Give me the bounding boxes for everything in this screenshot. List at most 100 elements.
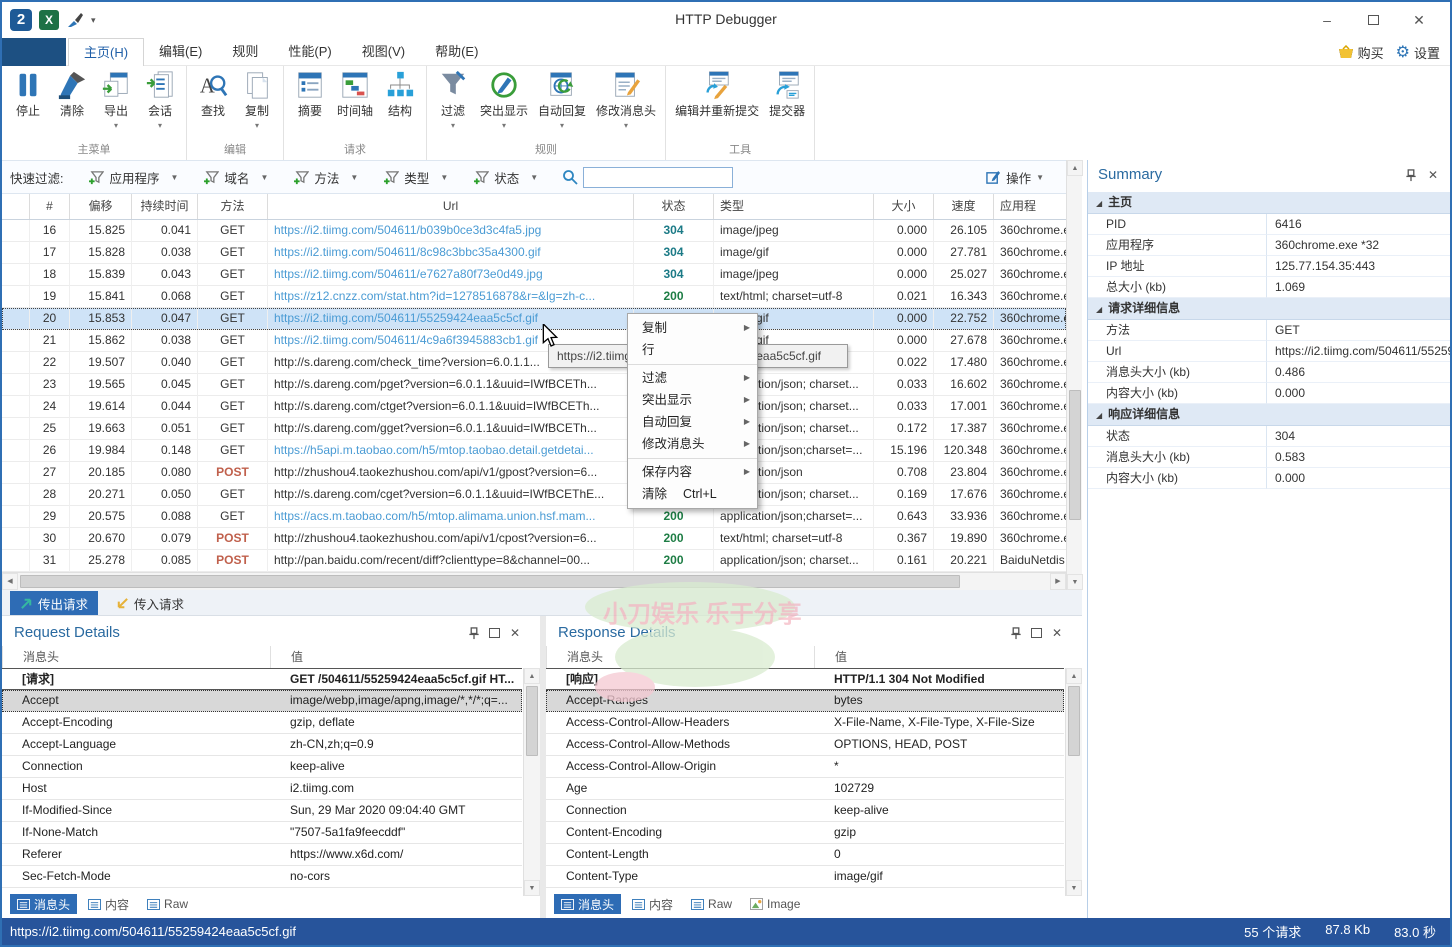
request-details-scrollbar[interactable]: ▲ ▼ bbox=[523, 668, 540, 896]
response-tab-headers[interactable]: 消息头 bbox=[554, 894, 621, 914]
summary-row[interactable]: Urlhttps://i2.tiimg.com/504611/55259424e… bbox=[1088, 341, 1450, 362]
response-tab-raw[interactable]: Raw bbox=[684, 894, 739, 914]
scrollbar-thumb[interactable] bbox=[526, 686, 538, 756]
request-row[interactable]: 25 19.663 0.051 GET http://s.dareng.com/… bbox=[2, 418, 1066, 440]
column-header-duration[interactable]: 持续时间 bbox=[132, 194, 198, 219]
copy-button[interactable]: 复制▾ bbox=[235, 66, 279, 133]
menu-tab[interactable]: 规则 bbox=[217, 38, 273, 66]
response-tab-content[interactable]: 内容 bbox=[625, 894, 680, 914]
header-row[interactable]: Referer https://www.x6d.com/ bbox=[2, 844, 522, 866]
settings-button[interactable]: ⚙ 设置 bbox=[1396, 42, 1440, 62]
header-row[interactable]: Content-Encoding gzip bbox=[546, 822, 1064, 844]
menu-tab[interactable]: 视图(V) bbox=[347, 38, 420, 66]
maximize-panel-icon[interactable] bbox=[489, 628, 500, 638]
summary-row[interactable]: PID6416 bbox=[1088, 214, 1450, 235]
request-row[interactable]: 30 20.670 0.079 POST http://zhushou4.tao… bbox=[2, 528, 1066, 550]
request-row[interactable]: 31 25.278 0.085 POST http://pan.baidu.co… bbox=[2, 550, 1066, 572]
close-panel-icon[interactable]: ✕ bbox=[1428, 168, 1438, 182]
session-button[interactable]: 会话▾ bbox=[138, 66, 182, 133]
pin-icon[interactable] bbox=[1011, 627, 1021, 640]
summary-row[interactable]: 消息头大小 (kb)0.486 bbox=[1088, 362, 1450, 383]
header-row[interactable]: If-None-Match "7507-5a1fa9feecddf" bbox=[2, 822, 522, 844]
header-row[interactable]: Connection keep-alive bbox=[546, 800, 1064, 822]
header-row[interactable]: Sec-Fetch-Mode no-cors bbox=[2, 866, 522, 888]
menu-tab[interactable]: 性能(P) bbox=[273, 38, 346, 66]
quick-filter-chip[interactable]: 应用程序 ▼ bbox=[89, 168, 178, 187]
scroll-down-icon[interactable]: ▼ bbox=[1066, 880, 1082, 896]
header-row[interactable]: Access-Control-Allow-Origin * bbox=[546, 756, 1064, 778]
header-row[interactable]: Age 102729 bbox=[546, 778, 1064, 800]
request-row[interactable]: 26 19.984 0.148 GET https://h5api.m.taob… bbox=[2, 440, 1066, 462]
maximize-panel-icon[interactable] bbox=[1031, 628, 1042, 638]
request-row[interactable]: 29 20.575 0.088 GET https://acs.m.taobao… bbox=[2, 506, 1066, 528]
stop-button[interactable]: 停止▾ bbox=[6, 66, 50, 133]
grid-horizontal-scrollbar[interactable]: ◀ ▶ bbox=[2, 572, 1066, 590]
request-row[interactable]: 19 15.841 0.068 GET https://z12.cnzz.com… bbox=[2, 286, 1066, 308]
header-row[interactable]: If-Modified-Since Sun, 29 Mar 2020 09:04… bbox=[2, 800, 522, 822]
filter-button[interactable]: 过滤▾ bbox=[431, 66, 475, 133]
scroll-left-icon[interactable]: ◀ bbox=[2, 573, 18, 590]
highlight-button[interactable]: 突出显示▾ bbox=[475, 66, 533, 133]
request-row[interactable]: 20 15.853 0.047 GET https://i2.tiimg.com… bbox=[2, 308, 1066, 330]
header-row[interactable]: [请求] GET /504611/55259424eaa5c5cf.gif HT… bbox=[2, 668, 522, 690]
minimize-button[interactable]: – bbox=[1304, 6, 1350, 34]
column-header-status[interactable]: 状态 bbox=[634, 194, 714, 219]
summary-group-response[interactable]: ◢响应详细信息 bbox=[1088, 404, 1450, 426]
edit-resubmit-button[interactable]: 编辑并重新提交▾ bbox=[670, 66, 764, 133]
column-header-url[interactable]: Url bbox=[268, 194, 634, 219]
context-menu-item[interactable]: 突出显示 ▶ bbox=[628, 389, 757, 411]
summary-row[interactable]: 消息头大小 (kb)0.583 bbox=[1088, 447, 1450, 468]
actions-button[interactable]: 操作 ▼ bbox=[986, 168, 1044, 187]
request-row[interactable]: 22 19.507 0.040 GET http://s.dareng.com/… bbox=[2, 352, 1066, 374]
header-row[interactable]: Accept-Ranges bytes bbox=[546, 690, 1064, 712]
header-row[interactable]: Host i2.tiimg.com bbox=[2, 778, 522, 800]
context-menu-item[interactable]: 保存内容 ▶ bbox=[628, 458, 757, 483]
scroll-up-icon[interactable]: ▲ bbox=[524, 668, 540, 684]
close-button[interactable]: ✕ bbox=[1396, 6, 1442, 34]
context-menu-item[interactable]: 清除Ctrl+L ▶ bbox=[628, 483, 757, 505]
buy-button[interactable]: 购买 bbox=[1338, 43, 1384, 62]
scroll-right-icon[interactable]: ▶ bbox=[1050, 573, 1066, 590]
summary-row[interactable]: 总大小 (kb)1.069 bbox=[1088, 277, 1450, 298]
context-menu-item[interactable]: 修改消息头 ▶ bbox=[628, 433, 757, 455]
menu-tab[interactable]: 主页(H) bbox=[68, 38, 144, 66]
summary-row[interactable]: 内容大小 (kb)0.000 bbox=[1088, 468, 1450, 489]
summary-row[interactable]: 应用程序360chrome.exe *32 bbox=[1088, 235, 1450, 256]
close-panel-icon[interactable]: ✕ bbox=[510, 626, 520, 640]
column-header-offset[interactable]: 偏移 bbox=[70, 194, 132, 219]
summary-row[interactable]: 内容大小 (kb)0.000 bbox=[1088, 383, 1450, 404]
scrollbar-thumb[interactable] bbox=[1069, 390, 1081, 520]
structure-button[interactable]: 结构▾ bbox=[378, 66, 422, 133]
quick-search-input[interactable] bbox=[583, 167, 733, 188]
header-row[interactable]: Accept-Language zh-CN,zh;q=0.9 bbox=[2, 734, 522, 756]
scroll-down-icon[interactable]: ▼ bbox=[1067, 574, 1083, 590]
context-menu-item[interactable]: 行 ▶ bbox=[628, 339, 757, 361]
grid-vertical-scrollbar[interactable]: ▲ ▼ bbox=[1066, 160, 1082, 590]
request-tab-content[interactable]: 内容 bbox=[81, 894, 136, 914]
header-row[interactable]: Accept image/webp,image/apng,image/*,*/*… bbox=[2, 690, 522, 712]
request-row[interactable]: 23 19.565 0.045 GET http://s.dareng.com/… bbox=[2, 374, 1066, 396]
scrollbar-thumb[interactable] bbox=[20, 575, 960, 588]
response-tab-image[interactable]: Image bbox=[743, 894, 807, 914]
header-row[interactable]: Access-Control-Allow-Methods OPTIONS, HE… bbox=[546, 734, 1064, 756]
summary-group-main[interactable]: ◢主页 bbox=[1088, 192, 1450, 214]
response-details-scrollbar[interactable]: ▲ ▼ bbox=[1065, 668, 1082, 896]
header-row[interactable]: Accept-Encoding gzip, deflate bbox=[2, 712, 522, 734]
tab-outgoing-requests[interactable]: 传出请求 bbox=[10, 591, 98, 615]
header-row[interactable]: Content-Length 0 bbox=[546, 844, 1064, 866]
quick-filter-chip[interactable]: 状态 ▼ bbox=[474, 168, 538, 187]
column-header-type[interactable]: 类型 bbox=[714, 194, 874, 219]
request-row[interactable]: 28 20.271 0.050 GET http://s.dareng.com/… bbox=[2, 484, 1066, 506]
scroll-down-icon[interactable]: ▼ bbox=[524, 880, 540, 896]
request-row[interactable]: 24 19.614 0.044 GET http://s.dareng.com/… bbox=[2, 396, 1066, 418]
autoreply-button[interactable]: 自动回复▾ bbox=[533, 66, 591, 133]
menu-tab[interactable]: 编辑(E) bbox=[144, 38, 217, 66]
request-row[interactable]: 18 15.839 0.043 GET https://i2.tiimg.com… bbox=[2, 264, 1066, 286]
pin-icon[interactable] bbox=[1406, 169, 1416, 182]
maximize-button[interactable] bbox=[1350, 6, 1396, 34]
summary-row[interactable]: 状态304 bbox=[1088, 426, 1450, 447]
scroll-up-icon[interactable]: ▲ bbox=[1066, 668, 1082, 684]
menu-tab[interactable]: 帮助(E) bbox=[420, 38, 493, 66]
header-row[interactable]: Connection keep-alive bbox=[2, 756, 522, 778]
file-menu-button[interactable] bbox=[2, 38, 66, 66]
